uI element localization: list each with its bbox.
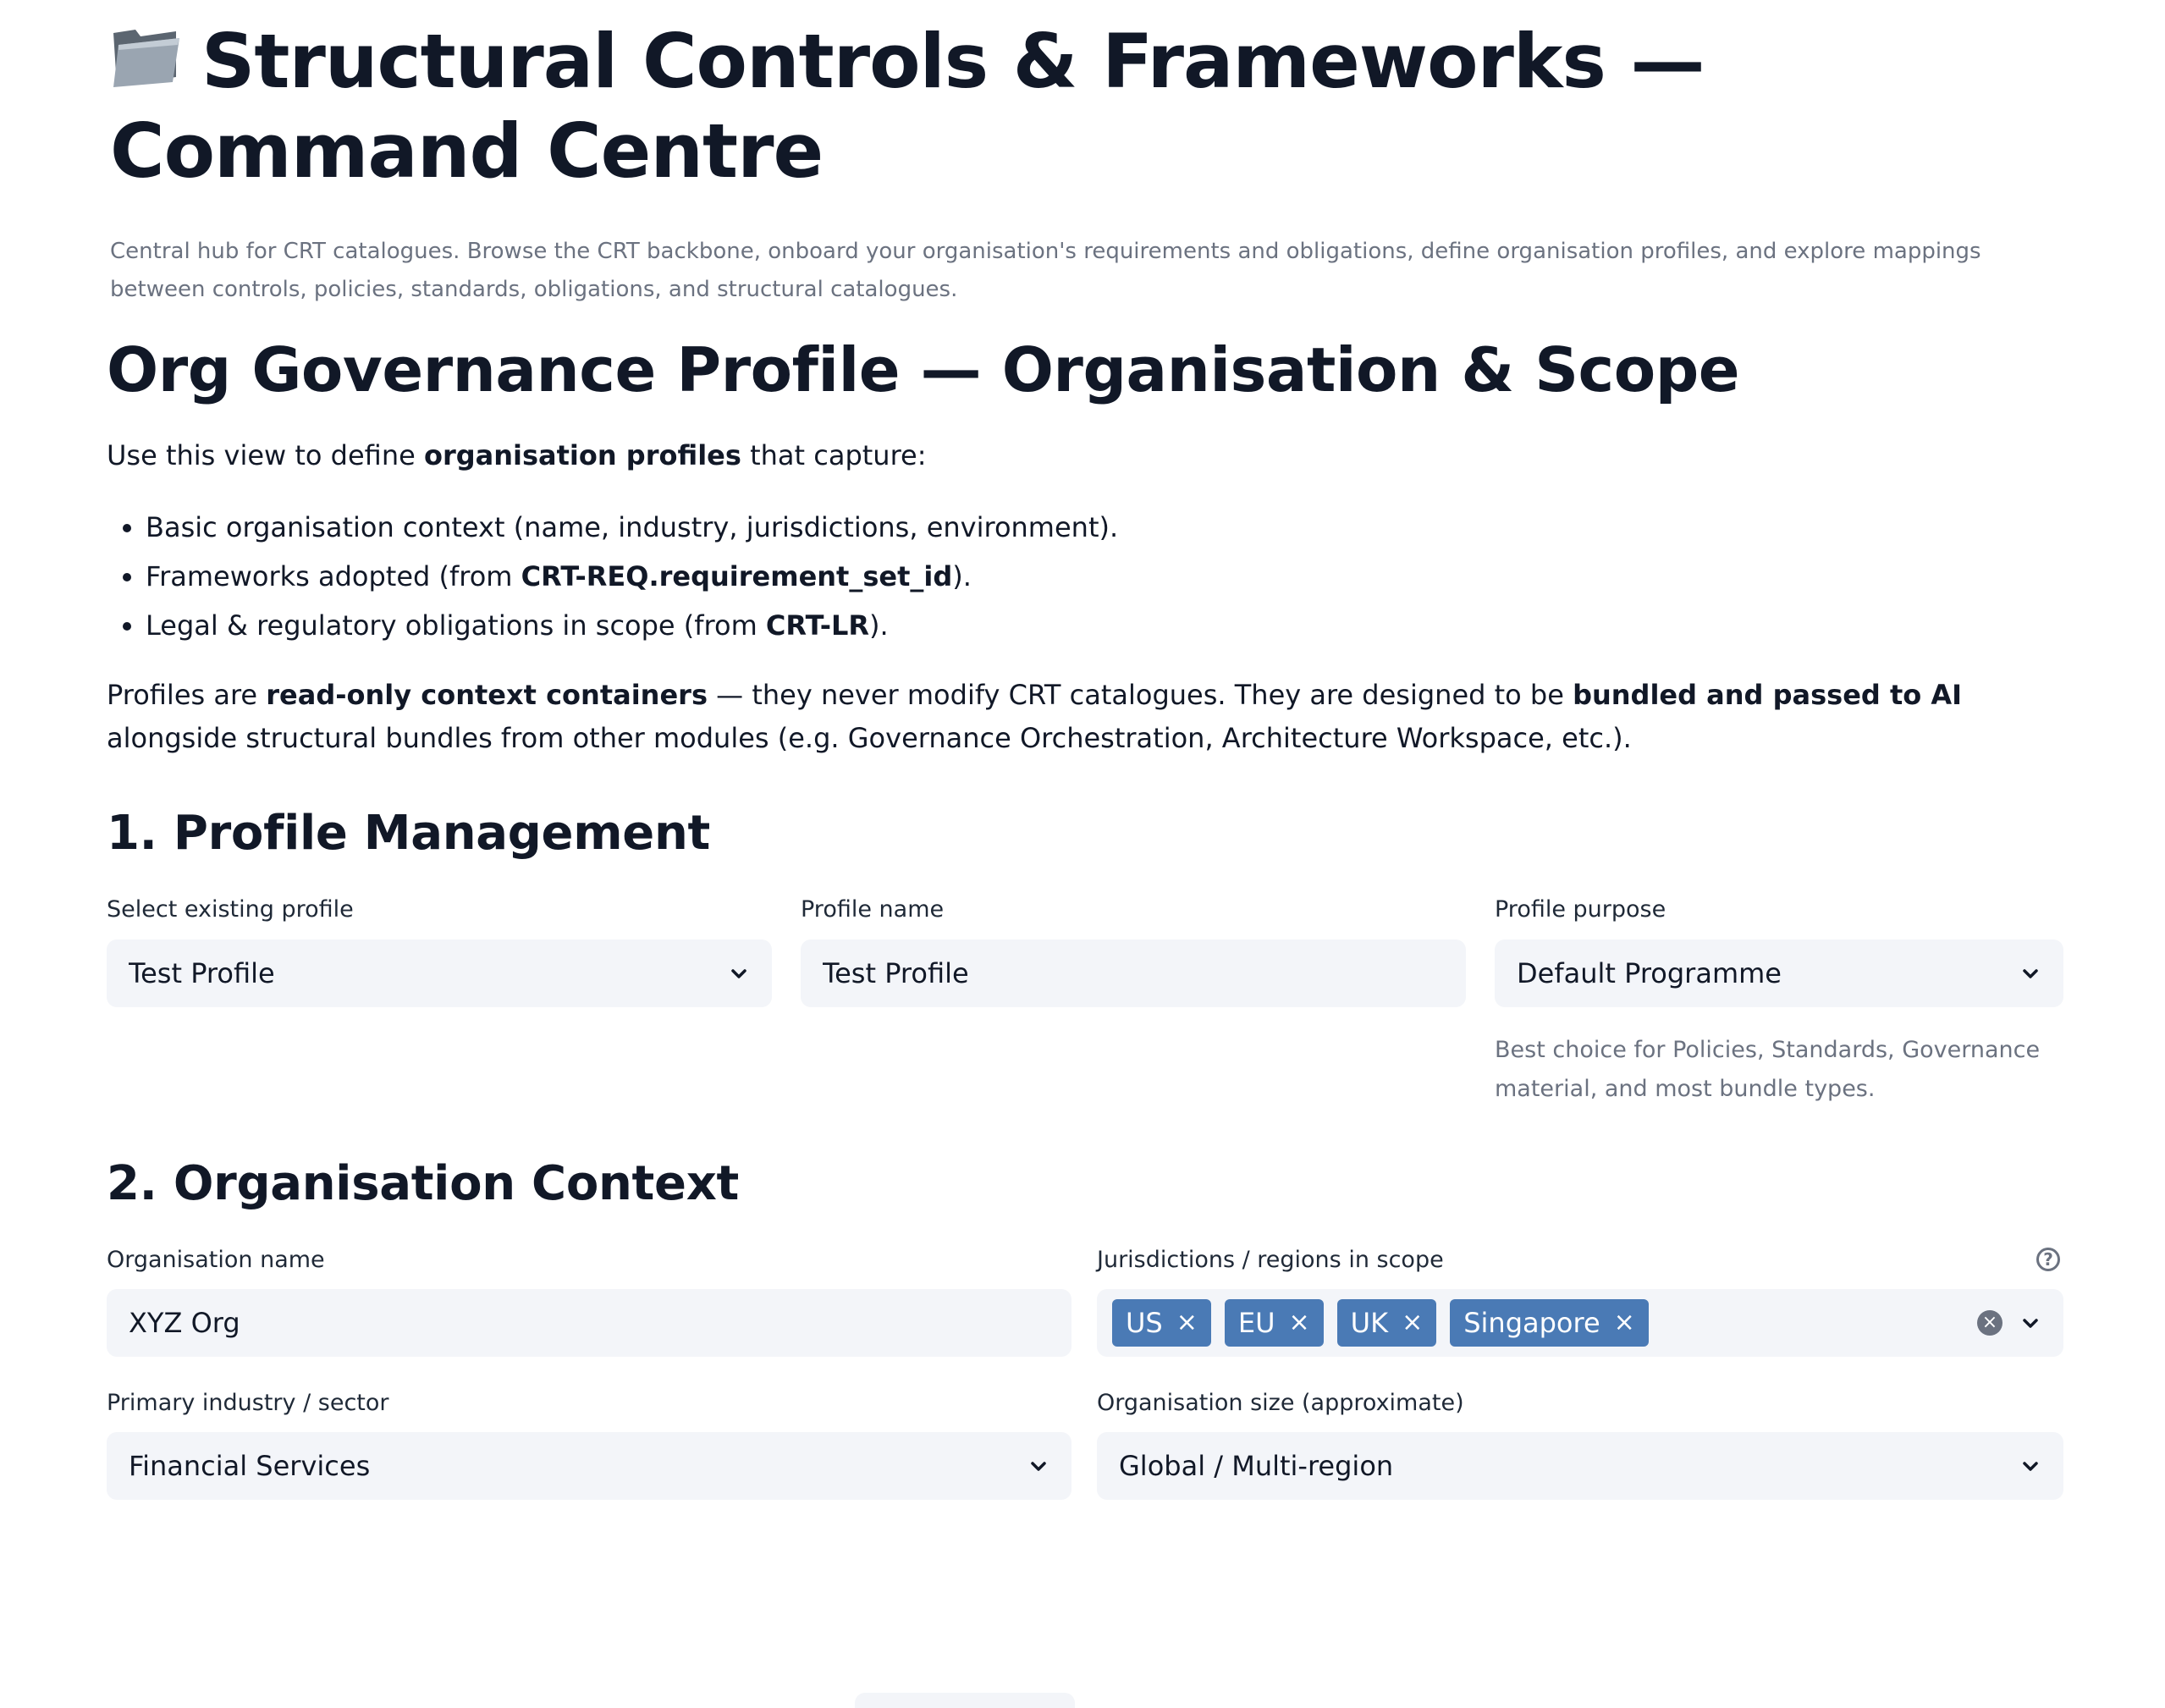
capture-list: Basic organisation context (name, indust… [107, 503, 1118, 650]
list-item-text: Legal & regulatory obligations in scope … [146, 609, 766, 642]
list-item: Basic organisation context (name, indust… [146, 503, 1118, 552]
help-glyph: ? [2043, 1249, 2053, 1270]
tag-singapore[interactable]: Singapore × [1450, 1299, 1649, 1347]
org-name-input[interactable]: XYZ Org [107, 1289, 1071, 1357]
profile-name-value: Test Profile [823, 957, 969, 989]
help-icon[interactable]: ? [2036, 1248, 2060, 1271]
industry-value: Financial Services [129, 1450, 371, 1482]
organisation-context-heading: 2. Organisation Context [107, 1156, 739, 1211]
clear-all-icon[interactable]: × [1977, 1310, 2002, 1336]
industry-dropdown[interactable]: Financial Services [107, 1432, 1071, 1500]
list-item-bold: CRT-LR [765, 609, 870, 642]
tag-label: EU [1237, 1307, 1275, 1339]
page-title: Org Governance Profile — Organisation & … [107, 334, 1740, 405]
app-title: Structural Controls & Frameworks — Comma… [110, 17, 2057, 196]
intro-prefix: Use this view to define [107, 439, 424, 471]
select-profile-dropdown[interactable]: Test Profile [107, 939, 772, 1007]
select-profile-label: Select existing profile [107, 896, 354, 923]
org-name-value: XYZ Org [129, 1307, 240, 1339]
jurisdictions-label: Jurisdictions / regions in scope [1097, 1247, 1444, 1273]
remove-tag-icon[interactable]: × [1289, 1310, 1310, 1336]
list-item-text: ). [869, 609, 889, 642]
para-bold: bundled and passed to AI [1573, 679, 1963, 711]
profile-purpose-value: Default Programme [1517, 957, 1782, 989]
chevron-down-icon [2023, 1462, 2038, 1471]
tag-uk[interactable]: UK × [1336, 1299, 1437, 1347]
org-size-label: Organisation size (approximate) [1097, 1390, 1464, 1416]
profile-purpose-help: Best choice for Policies, Standards, Gov… [1495, 1037, 2041, 1102]
para-text: Profiles are [107, 679, 267, 711]
profile-purpose-dropdown[interactable]: Default Programme [1495, 939, 2063, 1007]
list-item: Frameworks adopted (from CRT-REQ.require… [146, 552, 1118, 601]
list-item-text: ). [952, 560, 972, 592]
profile-management-heading: 1. Profile Management [107, 806, 711, 861]
para-text: alongside structural bundles from other … [107, 722, 1632, 754]
tag-label: US [1126, 1307, 1163, 1339]
tag-label: Singapore [1463, 1307, 1600, 1339]
folder-icon [110, 19, 181, 87]
app-title-text: Structural Controls & Frameworks — Comma… [110, 18, 1705, 195]
list-item-text: Frameworks adopted (from [146, 560, 521, 592]
org-size-dropdown[interactable]: Global / Multi-region [1097, 1432, 2063, 1500]
jurisdictions-multiselect[interactable]: US × EU × UK × Singapore × × [1097, 1289, 2063, 1357]
list-item: Legal & regulatory obligations in scope … [146, 601, 1118, 650]
app-subtitle: Central hub for CRT catalogues. Browse t… [110, 239, 1981, 302]
intro-text: Use this view to define organisation pro… [107, 435, 927, 476]
industry-label: Primary industry / sector [107, 1390, 389, 1416]
tag-label: UK [1350, 1307, 1389, 1339]
org-size-value: Global / Multi-region [1119, 1450, 1394, 1482]
profile-name-label: Profile name [801, 896, 945, 923]
tag-us[interactable]: US × [1112, 1299, 1211, 1347]
chevron-down-icon[interactable] [2019, 1312, 2041, 1334]
select-profile-value: Test Profile [129, 957, 275, 989]
remove-tag-icon[interactable]: × [1176, 1310, 1198, 1336]
org-name-label: Organisation name [107, 1247, 325, 1273]
profiles-description: Profiles are read-only context container… [107, 674, 2079, 760]
para-text: — they never modify CRT catalogues. They… [707, 679, 1573, 711]
intro-suffix: that capture: [741, 439, 927, 471]
list-item-text: Basic organisation context (name, indust… [146, 511, 1119, 543]
page: Structural Controls & Frameworks — Comma… [0, 0, 2165, 1708]
remove-tag-icon[interactable]: × [1614, 1310, 1635, 1336]
jurisdictions-tags: US × EU × UK × Singapore × [1112, 1299, 1977, 1347]
chevron-down-icon [731, 969, 746, 978]
para-bold: read-only context containers [266, 679, 708, 711]
list-item-bold: CRT-REQ.requirement_set_id [521, 560, 953, 592]
profile-name-input[interactable]: Test Profile [801, 939, 1466, 1007]
next-field-partial [855, 1693, 1075, 1708]
intro-bold: organisation profiles [423, 439, 741, 471]
chevron-down-icon [1031, 1462, 1046, 1471]
profile-purpose-label: Profile purpose [1495, 896, 1666, 923]
remove-tag-icon[interactable]: × [1402, 1310, 1423, 1336]
chevron-down-icon [2023, 969, 2038, 978]
tag-eu[interactable]: EU × [1224, 1299, 1324, 1347]
